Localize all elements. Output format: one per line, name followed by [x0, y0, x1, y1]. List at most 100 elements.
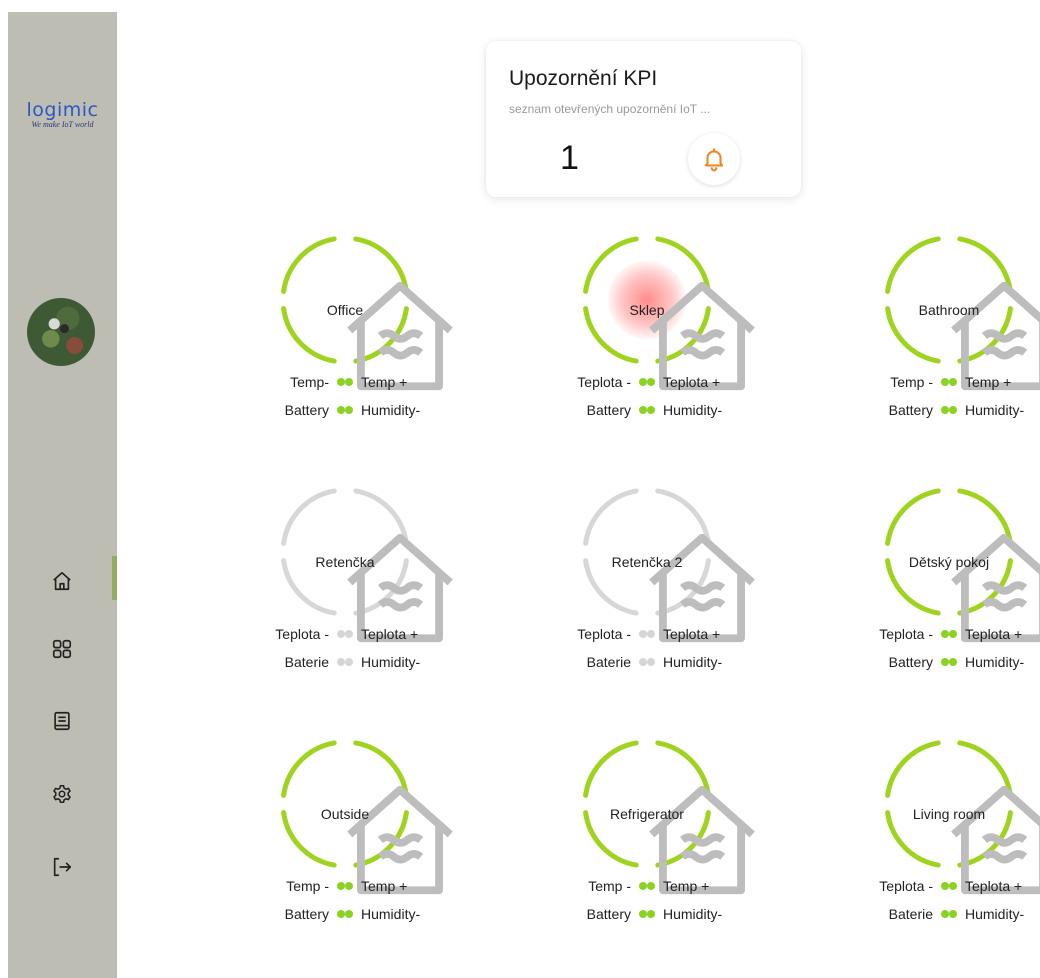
sensor-indicator: Temp -: [286, 878, 345, 894]
house-icon: [937, 269, 1040, 391]
sensor-status-dot: [345, 630, 353, 638]
room-card[interactable]: Retenčka 2 Teplota - Teplota + Baterie Humid…: [507, 485, 787, 685]
bell-icon: [704, 148, 724, 172]
room-status-ring[interactable]: Living room: [882, 737, 1040, 895]
room-status-ring[interactable]: Outside: [278, 737, 453, 895]
book-icon: [54, 711, 70, 731]
nav-settings[interactable]: [47, 779, 77, 809]
sensor-status-dot: [941, 378, 949, 386]
sensor-indicator: Humidity-: [345, 906, 420, 922]
room-card[interactable]: Dětský pokoj Teplota - Teplota + Battery Hum…: [809, 485, 1040, 685]
sensor-status-dot: [337, 406, 345, 414]
sensor-status-dot: [941, 630, 949, 638]
room-status-ring[interactable]: Sklep: [580, 233, 755, 391]
sensor-label: Temp-: [290, 374, 329, 390]
logo-tagline: We make IoT world: [31, 120, 94, 129]
house-icon: [333, 269, 453, 391]
room-status-ring[interactable]: Retenčka: [278, 485, 453, 643]
sidebar: logimic We make IoT world: [8, 12, 117, 978]
kpi-title: Upozornění KPI: [509, 67, 658, 90]
kpi-bell-button[interactable]: [688, 133, 740, 185]
sensor-label: Baterie: [284, 654, 329, 670]
sensor-status-dot: [345, 882, 353, 890]
logout-icon: [53, 857, 72, 877]
room-status-ring[interactable]: Bathroom: [882, 233, 1040, 391]
nav-documents[interactable]: [47, 706, 77, 736]
room-card[interactable]: Living room Teplota - Teplota + Baterie Humi…: [809, 737, 1040, 937]
room-name: Living room: [912, 806, 986, 822]
sensor-label: Battery: [586, 906, 631, 922]
logo-wordmark: logimic: [26, 99, 99, 121]
sensor-status-dot: [639, 378, 647, 386]
sensor-label: Temp +: [361, 374, 408, 390]
sensor-label: Humidity-: [361, 654, 421, 670]
sensor-label: Teplota +: [663, 626, 721, 642]
sensor-label: Baterie: [586, 654, 631, 670]
sensor-indicator: Teplota -: [577, 626, 647, 642]
sensor-indicator: Teplota +: [647, 374, 720, 390]
house-icon: [937, 521, 1040, 643]
sensor-status-dot: [337, 658, 345, 666]
room-card[interactable]: Retenčka Teplota - Teplota + Baterie Humidit…: [205, 485, 485, 685]
sensor-status-dot: [941, 658, 949, 666]
house-icon: [937, 773, 1040, 895]
sensor-indicator: Baterie: [285, 654, 345, 670]
sensor-indicator: Humidity-: [647, 402, 722, 418]
sensor-status-dot: [337, 378, 345, 386]
sensor-status-dot: [639, 910, 647, 918]
sensor-indicator: Teplota -: [275, 626, 345, 642]
sensor-label: Baterie: [888, 906, 933, 922]
sensor-indicator: Humidity-: [345, 402, 420, 418]
house-icon: [635, 773, 755, 895]
logo[interactable]: logimic We make IoT world: [8, 100, 117, 130]
house-icon: [333, 773, 453, 895]
sensor-label: Teplota -: [577, 626, 631, 642]
sensor-indicator: Teplota +: [949, 626, 1022, 642]
sensor-label: Humidity-: [361, 906, 421, 922]
sensor-status-dot: [639, 630, 647, 638]
sensor-label: Humidity-: [663, 402, 723, 418]
sensor-status-dot: [647, 406, 655, 414]
sensor-indicator: Temp +: [647, 878, 709, 894]
sensor-indicator: Teplota -: [879, 878, 949, 894]
sensor-status-dot: [639, 658, 647, 666]
sensor-status-dot: [639, 406, 647, 414]
room-status-ring[interactable]: Refrigerator: [580, 737, 755, 895]
sensor-status-dot: [647, 882, 655, 890]
sensor-status-dot: [639, 882, 647, 890]
sensor-indicator: Temp -: [890, 374, 949, 390]
sensor-label: Humidity-: [663, 906, 723, 922]
kpi-alerts-card[interactable]: Upozornění KPI seznam otevřených upozorn…: [486, 41, 801, 197]
kpi-subtitle: seznam otevřených upozornění IoT ...: [509, 102, 711, 116]
room-card[interactable]: Bathroom Temp - Temp + Battery Humidity-: [809, 233, 1040, 433]
room-card[interactable]: Outside Temp - Temp + Battery Humidity-: [205, 737, 485, 937]
room-name: Outside: [320, 806, 370, 822]
room-name: Sklep: [629, 302, 665, 318]
nav-logout[interactable]: [47, 852, 77, 882]
sensor-indicator: Battery: [889, 402, 949, 418]
sensor-status-dot: [941, 406, 949, 414]
room-status-ring[interactable]: Retenčka 2: [580, 485, 755, 643]
sensor-status-dot: [647, 910, 655, 918]
room-card[interactable]: Sklep Teplota - Teplota + Battery Humidity-: [507, 233, 787, 433]
sensor-label: Battery: [586, 402, 631, 418]
room-status-ring[interactable]: Office: [278, 233, 453, 391]
sensor-indicator: Battery: [587, 402, 647, 418]
room-card[interactable]: Office Temp- Temp + Battery Humidity-: [205, 233, 485, 433]
room-status-ring[interactable]: Dětský pokoj: [882, 485, 1040, 643]
sensor-indicator: Battery: [285, 906, 345, 922]
settings-icon: [53, 784, 71, 804]
sensor-status-dot: [949, 882, 957, 890]
nav-active-indicator: [112, 556, 117, 600]
nav-dashboard[interactable]: [47, 634, 77, 664]
sensor-label: Temp -: [588, 878, 631, 894]
sensor-status-dot: [337, 882, 345, 890]
sensor-status-dot: [949, 658, 957, 666]
sensor-status-dot: [941, 882, 949, 890]
room-card[interactable]: Refrigerator Temp - Temp + Battery Humidity-: [507, 737, 787, 937]
sensor-indicator: Temp +: [345, 374, 407, 390]
sensor-label: Temp -: [286, 878, 329, 894]
sensor-label: Humidity-: [663, 654, 723, 670]
nav-home[interactable]: [47, 566, 77, 596]
user-avatar[interactable]: [27, 298, 95, 366]
